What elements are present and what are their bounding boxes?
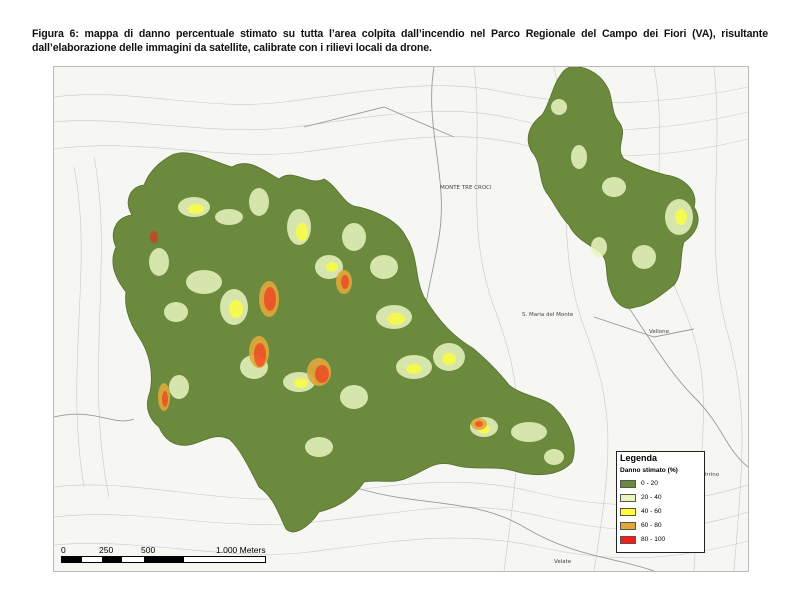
legend-swatch-60-80 (620, 522, 636, 530)
scale-bar: 0 250 500 1.000 Meters (61, 545, 271, 567)
scale-tick-1000: 1.000 Meters (216, 545, 266, 555)
place-label-monte-tre-croci: MONTE TRE CROCI (440, 185, 492, 191)
place-label-vellone: Vellone (649, 329, 670, 335)
legend-swatch-40-60 (620, 508, 636, 516)
legend-row-80-100: 80 - 100 (620, 535, 704, 545)
caption-line-2: dall’elaborazione delle immagini da sate… (32, 42, 432, 54)
legend-label-80-100: 80 - 100 (641, 536, 666, 543)
legend-swatch-20-40 (620, 494, 636, 502)
legend-row-0-20: 0 - 20 (620, 479, 704, 489)
legend-title: Legenda (620, 453, 658, 463)
place-label-velate: Velate (554, 559, 572, 565)
legend-row-40-60: 40 - 60 (620, 507, 704, 517)
caption-line-1: Figura 6: mappa di danno percentuale sti… (32, 28, 768, 40)
legend-label-20-40: 20 - 40 (641, 494, 662, 501)
scale-tick-0: 0 (61, 545, 66, 555)
legend-subtitle: Danno stimato (%) (620, 467, 678, 474)
map-legend: Legenda Danno stimato (%) 0 - 20 20 - 40… (616, 451, 705, 553)
legend-label-60-80: 60 - 80 (641, 522, 662, 529)
place-label-santa-maria: S. Maria del Monte (522, 312, 574, 318)
scale-track (61, 556, 266, 563)
legend-row-20-40: 20 - 40 (620, 493, 704, 503)
legend-swatch-80-100 (620, 536, 636, 544)
legend-swatch-0-20 (620, 480, 636, 488)
figure-caption: Figura 6: mappa di danno percentuale sti… (32, 27, 768, 55)
scale-tick-500: 500 (141, 545, 156, 555)
damage-map[interactable]: MONTE TRE CROCI S. Maria del Monte Velat… (53, 66, 749, 572)
scale-tick-250: 250 (99, 545, 114, 555)
legend-label-0-20: 0 - 20 (641, 480, 658, 487)
legend-label-40-60: 40 - 60 (641, 508, 662, 515)
legend-row-60-80: 60 - 80 (620, 521, 704, 531)
